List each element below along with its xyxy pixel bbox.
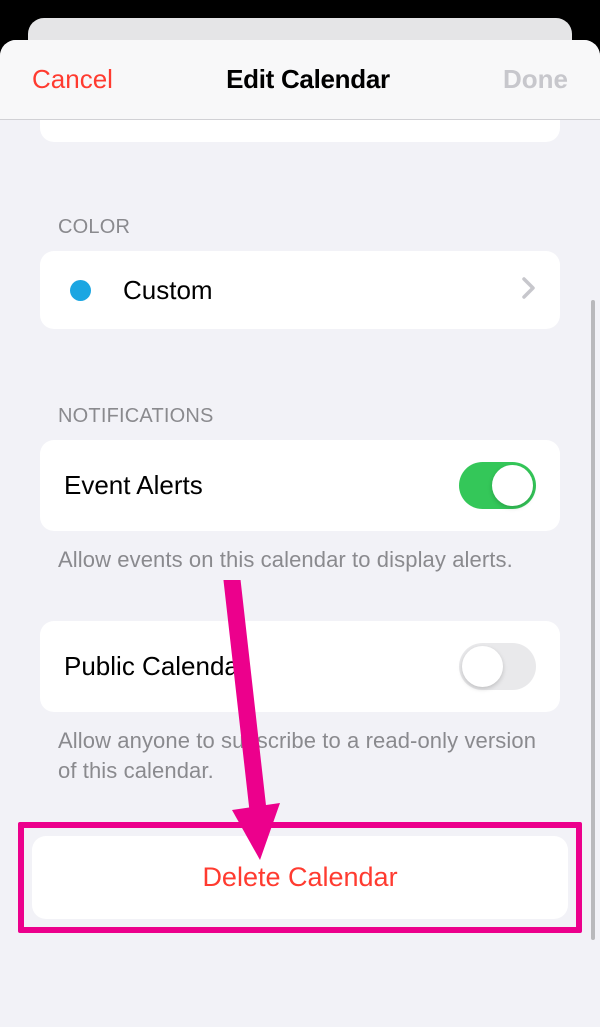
public-calendar-row: Public Calendar	[40, 621, 560, 712]
event-alerts-card: Event Alerts	[40, 440, 560, 531]
color-label: Custom	[123, 275, 522, 306]
public-calendar-toggle[interactable]	[459, 643, 536, 690]
edit-calendar-modal: Cancel Edit Calendar Done COLOR Custom N…	[0, 40, 600, 1027]
event-alerts-row: Event Alerts	[40, 440, 560, 531]
toggle-knob	[462, 646, 503, 687]
public-calendar-footer: Allow anyone to subscribe to a read-only…	[0, 712, 600, 786]
event-alerts-toggle[interactable]	[459, 462, 536, 509]
color-row[interactable]: Custom	[40, 251, 560, 329]
public-calendar-card: Public Calendar	[40, 621, 560, 712]
delete-calendar-label: Delete Calendar	[202, 862, 397, 892]
chevron-right-icon	[522, 277, 536, 304]
content-area: COLOR Custom NOTIFICATIONS Event Alerts …	[0, 120, 600, 933]
color-card: Custom	[40, 251, 560, 329]
page-title: Edit Calendar	[226, 64, 390, 95]
event-alerts-footer: Allow events on this calendar to display…	[0, 531, 600, 575]
done-button[interactable]: Done	[503, 64, 568, 95]
event-alerts-label: Event Alerts	[64, 470, 459, 501]
public-calendar-label: Public Calendar	[64, 651, 459, 682]
scrollbar[interactable]	[591, 300, 595, 940]
color-section-header: COLOR	[0, 142, 600, 251]
cancel-button[interactable]: Cancel	[32, 64, 113, 95]
annotation-highlight-box: Delete Calendar	[18, 822, 582, 933]
toggle-knob	[492, 465, 533, 506]
notifications-section-header: NOTIFICATIONS	[0, 329, 600, 440]
delete-calendar-button[interactable]: Delete Calendar	[32, 836, 568, 919]
previous-section-bottom	[40, 120, 560, 142]
color-dot-icon	[70, 280, 91, 301]
nav-header: Cancel Edit Calendar Done	[0, 40, 600, 120]
